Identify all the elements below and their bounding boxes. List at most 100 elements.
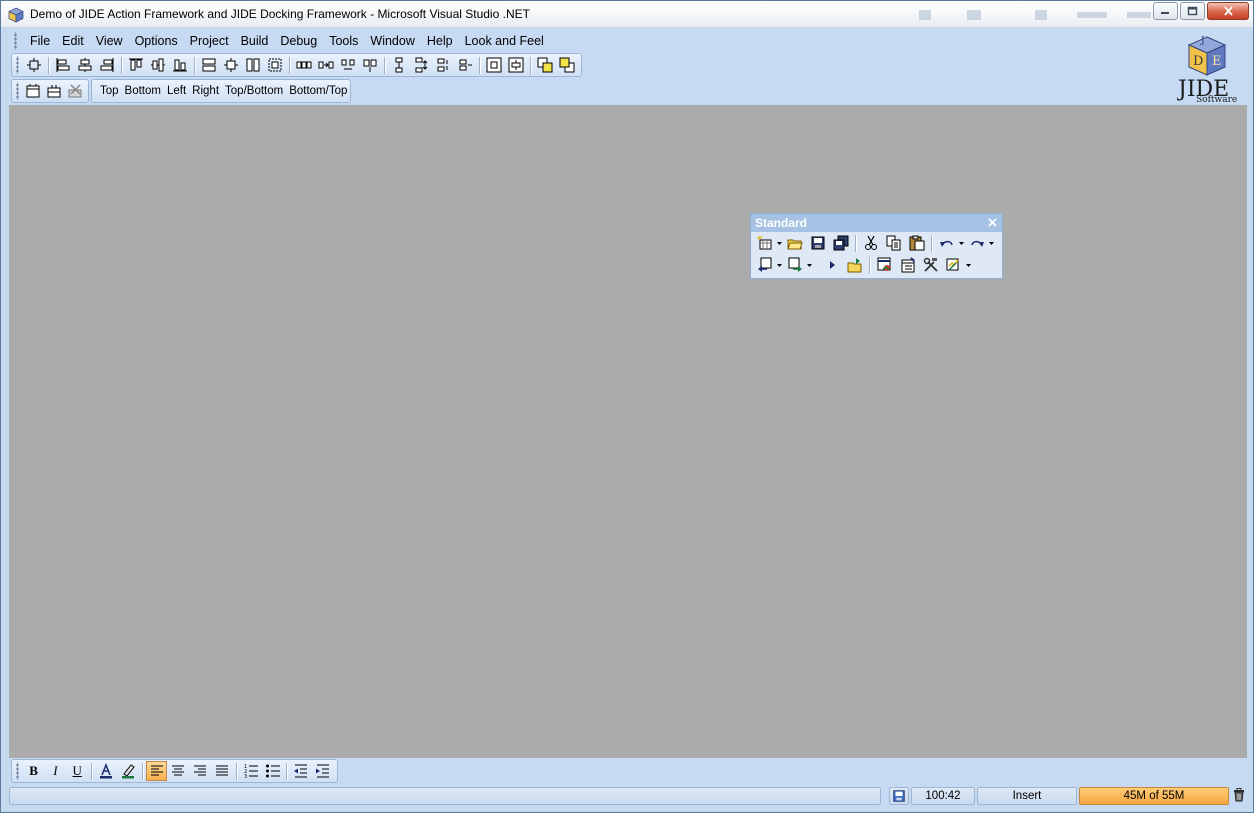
solution-explorer-button[interactable] [874, 255, 896, 275]
redo-dropdown[interactable] [988, 233, 995, 253]
floating-standard-toolbar[interactable]: Standard [750, 213, 1003, 279]
align-left-icon [150, 765, 163, 776]
new-frame-button[interactable] [23, 81, 43, 101]
open-file-button[interactable] [784, 233, 806, 253]
orientation-top-bottom-button[interactable]: Top/Bottom [222, 81, 286, 101]
decrease-indent-button[interactable] [291, 761, 312, 781]
menu-help[interactable]: Help [421, 31, 459, 51]
make-same-height-button[interactable] [220, 55, 241, 75]
toolbox-button[interactable] [920, 255, 942, 275]
align-centers-button[interactable] [74, 55, 95, 75]
open-solution-button[interactable] [844, 255, 866, 275]
align-left-button[interactable] [146, 761, 168, 781]
main-window: Demo of JIDE Action Framework and JIDE D… [0, 0, 1254, 813]
make-horizontal-spacing-equal-button[interactable] [293, 55, 314, 75]
menu-tools[interactable]: Tools [323, 31, 364, 51]
navigate-forward-button[interactable] [784, 255, 806, 275]
status-insert-mode[interactable]: Insert [977, 787, 1077, 805]
underline-button[interactable]: U [67, 761, 88, 781]
align-tops-button[interactable] [125, 55, 146, 75]
align-middles-button[interactable] [147, 55, 168, 75]
mdi-workspace[interactable] [9, 105, 1247, 758]
minimize-button[interactable] [1153, 2, 1178, 20]
remove-horizontal-spacing-button[interactable] [359, 55, 380, 75]
align-to-grid-button[interactable] [23, 55, 44, 75]
decrease-horizontal-spacing-button[interactable] [337, 55, 358, 75]
navigate-backward-dropdown[interactable] [776, 255, 783, 275]
make-same-size-button[interactable] [242, 55, 263, 75]
solution-explorer-icon [877, 257, 890, 271]
menu-debug[interactable]: Debug [274, 31, 323, 51]
orientation-left-button[interactable]: Left [164, 81, 189, 101]
orientation-bottom-top-button[interactable]: Bottom/Top [286, 81, 350, 101]
garbage-collect-button[interactable] [1231, 787, 1247, 805]
format-toolbar-grip[interactable] [15, 762, 20, 780]
split-frame-button[interactable] [44, 81, 64, 101]
floating-toolbar-close-icon[interactable] [987, 217, 998, 228]
italic-button[interactable]: I [45, 761, 66, 781]
properties-window-button[interactable] [897, 255, 919, 275]
save-button[interactable] [807, 233, 829, 253]
close-button[interactable] [1207, 2, 1249, 20]
increase-vertical-spacing-button[interactable] [410, 55, 431, 75]
increase-indent-button[interactable] [313, 761, 334, 781]
menu-look-and-feel[interactable]: Look and Feel [459, 31, 550, 51]
align-rights-button[interactable] [96, 55, 117, 75]
center-horizontally-button[interactable] [483, 55, 504, 75]
floating-toolbar-title[interactable]: Standard [751, 214, 1002, 232]
menu-project[interactable]: Project [184, 31, 235, 51]
redo-button[interactable] [966, 233, 988, 253]
navigate-backward-button[interactable] [754, 255, 776, 275]
copy-button[interactable] [883, 233, 905, 253]
maximize-button[interactable] [1180, 2, 1205, 20]
remove-vertical-spacing-button[interactable] [454, 55, 475, 75]
orientation-top-button[interactable]: Top [97, 81, 122, 101]
navigate-forward-dropdown[interactable] [806, 255, 813, 275]
start-debug-button[interactable] [821, 255, 843, 275]
decrease-vertical-spacing-button[interactable] [432, 55, 453, 75]
class-view-button[interactable] [943, 255, 965, 275]
size-to-grid-button[interactable] [264, 55, 285, 75]
align-center-button[interactable] [168, 761, 189, 781]
menu-file[interactable]: File [24, 31, 56, 51]
align-lefts-button[interactable] [52, 55, 73, 75]
font-color-button[interactable] [96, 761, 117, 781]
align-bottoms-button[interactable] [169, 55, 190, 75]
orientation-bottom-button[interactable]: Bottom [122, 81, 164, 101]
undo-button[interactable] [936, 233, 958, 253]
increase-horizontal-spacing-button[interactable] [315, 55, 336, 75]
paste-button[interactable] [906, 233, 928, 253]
menu-options[interactable]: Options [129, 31, 184, 51]
status-save-indicator[interactable] [889, 787, 909, 805]
cut-button[interactable] [860, 233, 882, 253]
make-vertical-spacing-equal-button[interactable] [388, 55, 409, 75]
size-to-grid-icon [268, 58, 282, 72]
bring-to-front-button[interactable] [534, 55, 555, 75]
send-to-back-button[interactable] [556, 55, 577, 75]
new-project-button[interactable] [754, 233, 776, 253]
frame-toolbar-grip[interactable] [15, 82, 20, 100]
align-right-button[interactable] [190, 761, 211, 781]
menu-window[interactable]: Window [364, 31, 420, 51]
class-view-dropdown[interactable] [965, 255, 972, 275]
highlight-color-button[interactable] [117, 761, 138, 781]
menu-view[interactable]: View [90, 31, 129, 51]
save-all-button[interactable] [830, 233, 852, 253]
layout-toolbar-grip[interactable] [15, 56, 20, 74]
align-lefts-icon [56, 58, 70, 72]
redo-arrow-icon [970, 240, 984, 247]
center-vertically-button[interactable] [505, 55, 526, 75]
bold-button[interactable]: B [23, 761, 44, 781]
maximize-icon [1187, 6, 1198, 16]
bulleted-list-button[interactable] [262, 761, 283, 781]
make-same-width-button[interactable] [198, 55, 219, 75]
undo-dropdown[interactable] [958, 233, 965, 253]
orientation-right-button[interactable]: Right [189, 81, 222, 101]
delete-frame-button[interactable] [65, 81, 85, 101]
menu-build[interactable]: Build [235, 31, 275, 51]
justify-button[interactable] [212, 761, 233, 781]
menu-bar-grip[interactable] [13, 32, 18, 50]
menu-edit[interactable]: Edit [56, 31, 90, 51]
new-project-dropdown[interactable] [776, 233, 783, 253]
numbered-list-button[interactable]: 123 [240, 761, 261, 781]
